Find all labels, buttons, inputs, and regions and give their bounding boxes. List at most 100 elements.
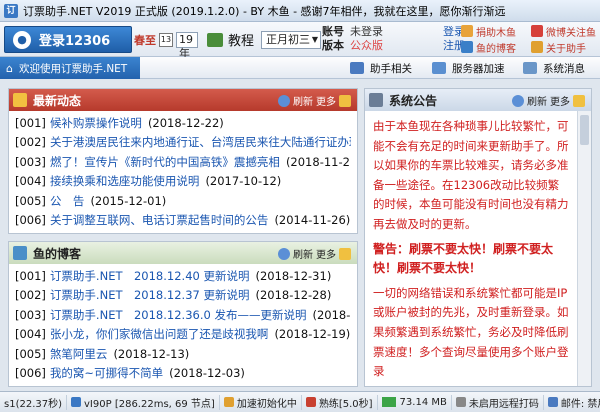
list-item-link[interactable]: 订票助手.NET 2018.12.36.0 发布——更新说明 [50,307,307,323]
weibo-label: 微博关注鱼 [546,27,596,39]
notice-icon [369,93,383,107]
nav-system-msg[interactable]: 系统消息 [523,60,585,76]
list-item[interactable]: [001] 订票助手.NET 2018.12.40 更新说明 (2018-12-31… [15,266,351,286]
donate-icon [461,25,473,37]
list-item-link[interactable]: 张小龙，你们家微信出问题了还是歧视我啊 [50,326,269,342]
list-item-link[interactable]: 订票助手.NET 2018.12.37 更新说明 [50,287,250,303]
list-item-link[interactable]: 公 告 [50,193,85,209]
notice-scrollbar[interactable] [577,111,591,386]
blog-more-button[interactable]: 更多 [316,246,336,261]
calendar-icon[interactable]: 13 [159,32,173,47]
nav-message-label: 系统消息 [543,62,585,75]
flame-icon [305,397,316,407]
header-toolbar: ● 登录12306 春至 13 19年 教程 正月初三 ▼ 账号 未登录 版本 公众版… [0,22,600,60]
status-captcha[interactable]: 未启用远程打码 [452,394,544,410]
weibo-icon [531,25,543,37]
status-mail-text: 邮件: 禁用 [560,398,600,410]
list-item[interactable]: [006] 我的窝~可挪得不简单 (2018-12-03) [15,364,351,384]
list-item[interactable]: [003] 订票助手.NET 2018.12.36.0 发布——更新说明 (2018… [15,305,351,325]
list-item-link[interactable]: 候补购票操作说明 [50,115,142,131]
list-item[interactable]: [004] 张小龙，你们家微信出问题了还是歧视我啊 (2018-12-19) [15,325,351,345]
nav-assistant[interactable]: 助手相关 [350,60,412,76]
list-item-date: (2018-12-28 [312,307,351,322]
nav-server-label: 服务器加速 [452,62,505,75]
news-title: 最新动态 [33,93,82,108]
list-item[interactable]: [006] 关于调整互联网、电话订票起售时间的公告 (2014-11-26) [15,211,351,231]
more-icon [573,94,585,107]
blog-link[interactable]: 鱼的博客 [461,40,531,55]
more-icon [339,94,351,107]
notice-paragraph-2: 一切的网络错误和系统繁忙都可能是IP或账户被封的先兆，及时重新登录。如果频繁遇到… [373,285,569,379]
notice-title: 系统公告 [389,93,438,108]
about-link[interactable]: 关于助手 [531,40,599,55]
window-title: 订票助手.NET V2019 正式版 (2019.1.2.0) - BY 木鱼 … [23,4,506,18]
list-item-link[interactable]: 接续换乘和选座功能使用说明 [50,173,200,189]
list-item-link[interactable]: 燃了！宣传片《新时代的中国高铁》震撼亮相 [50,154,280,170]
status-mail[interactable]: 邮件: 禁用 [544,395,600,410]
list-item-number: [003] [15,307,46,322]
weibo-link[interactable]: 微博关注鱼 [531,24,599,39]
server-icon [432,62,446,74]
list-item-link[interactable]: 订票助手.NET 2018.12.40 更新说明 [50,268,250,284]
donate-label: 捐助木鱼 [476,27,516,39]
status-bar: s1(22.37秒) vI90P [286.22ms, 69 节点] 加速初始化… [0,391,600,412]
notice-refresh-button[interactable]: 刷新 [527,93,547,108]
lightning-icon [223,397,234,407]
list-item-date: (2018-12-22) [147,115,224,130]
list-item-number: [002] [15,288,46,303]
blog-icon [461,41,473,53]
blog-refresh-button[interactable]: 刷新 [293,246,313,261]
list-item[interactable]: [005] 煞笔阿里云 (2018-12-13) [15,344,351,364]
notice-warning: 警告：刷票不要太快！刷票不要太快！刷票不要太快！ [373,241,554,276]
list-item-link[interactable]: 我的窝~可挪得不简单 [50,365,163,381]
list-item-date: (2018-12-31) [255,268,332,283]
blog-title: 鱼的博客 [33,246,82,261]
news-more-button[interactable]: 更多 [316,93,336,108]
list-item[interactable]: [003] 燃了！宣传片《新时代的中国高铁》震撼亮相 (2018-11-2 [15,152,351,172]
notice-paragraph-1: 由于本鱼现在各种琐事儿比较繁忙，可能不会有充足的时间来更新助手了。所以如果你的车… [373,119,569,231]
memory-icon [381,397,396,407]
nav-assistant-label: 助手相关 [370,62,412,75]
refresh-icon [278,94,290,107]
notice-panel: 系统公告 刷新 更多 由于本鱼现在各种琐事儿比较繁忙，可能不会有充足的时间来更新… [364,88,592,387]
blog-panel-header: 鱼的博客 刷新 更多 [9,242,357,264]
donate-link[interactable]: 捐助木鱼 [461,24,531,39]
tutorial-link[interactable]: 教程 [228,30,254,49]
news-panel: 最新动态 刷新 更多 [001] 候补购票操作说明 (2018-12-22) [002… [8,88,358,234]
list-item-date: (2014-11-26) [274,213,351,228]
nav-server-accel[interactable]: 服务器加速 [432,60,505,76]
list-item-number: [001] [15,115,46,130]
blog-panel-icon [13,246,27,260]
blog-list: [001] 订票助手.NET 2018.12.40 更新说明 (2018-12-31… [9,264,357,385]
list-item[interactable]: [002] 关于港澳居民往来内地通行证、台湾居民来往大陆通行证办理 [15,133,351,153]
assistant-icon [350,62,364,74]
book-icon [207,32,223,47]
list-item-number: [006] [15,213,46,228]
list-item-link[interactable]: 煞笔阿里云 [50,346,108,362]
lunar-date-select[interactable]: 正月初三 ▼ [261,30,322,49]
tab-home[interactable]: ⌂ 欢迎使用订票助手.NET [0,57,140,79]
list-item-link[interactable]: 关于港澳居民往来内地通行证、台湾居民来往大陆通行证办理 [50,134,351,150]
news-icon [13,93,27,107]
list-item[interactable]: [004] 接续换乘和选座功能使用说明 (2017-10-12) [15,172,351,192]
list-item[interactable]: [002] 订票助手.NET 2018.12.37 更新说明 (2018-12-28… [15,286,351,306]
nav-bar: ⌂ 欢迎使用订票助手.NET 助手相关 服务器加速 系统消息 [0,57,600,79]
news-list: [001] 候补购票操作说明 (2018-12-22) [002] 关于港澳居民往来内地… [9,111,357,232]
login-12306-button[interactable]: ● 登录12306 [4,26,132,53]
list-item[interactable]: [001] 候补购票操作说明 (2018-12-22) [15,113,351,133]
version-label: 版本 [322,39,344,52]
list-item[interactable]: [005] 公 告 (2015-12-01) [15,191,351,211]
tab-home-label: 欢迎使用订票助手.NET [18,62,128,75]
notice-body: 由于本鱼现在各种琐事儿比较繁忙，可能不会有充足的时间来更新助手了。所以如果你的车… [365,111,577,386]
list-item-date: (2018-12-03) [169,366,245,381]
about-label: 关于助手 [546,43,586,55]
mail-icon [547,397,558,407]
year-field[interactable]: 19年 [176,31,198,60]
spring-festival-label: 春至 [134,33,156,47]
scrollbar-thumb[interactable] [580,115,589,145]
status-memory: 73.14 MB [378,394,452,410]
external-links: 捐助木鱼 微博关注鱼 鱼的博客 关于助手 [461,24,599,55]
list-item-link[interactable]: 关于调整互联网、电话订票起售时间的公告 [50,212,269,228]
news-refresh-button[interactable]: 刷新 [293,93,313,108]
notice-more-button[interactable]: 更多 [550,93,570,108]
